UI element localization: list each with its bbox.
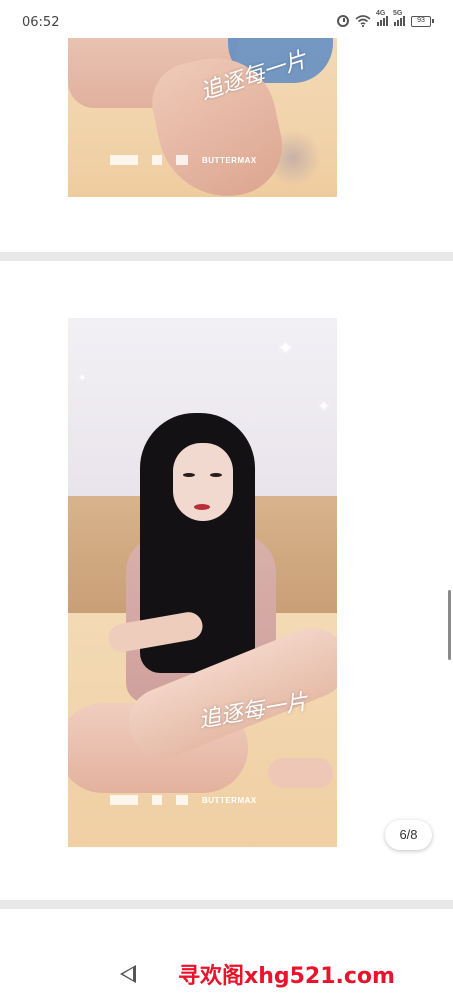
back-icon[interactable] — [120, 965, 136, 983]
scrollbar[interactable] — [448, 590, 451, 660]
post-image-top[interactable]: 追逐每一片 BUTTERMAX — [68, 38, 337, 197]
sparkle-icon: ✦ — [78, 373, 87, 384]
post-image-main[interactable]: ✦ ✦ ✦ 追逐每一片 BUTTERMAX — [68, 318, 337, 847]
signal-2-label: 5G — [393, 10, 403, 17]
page-indicator: 6/8 — [385, 820, 432, 850]
sparkle-icon: ✦ — [318, 398, 330, 414]
brand-text: BUTTERMAX — [202, 795, 257, 805]
post-divider — [0, 252, 453, 261]
alarm-icon — [337, 15, 349, 27]
sparkle-icon: ✦ — [278, 338, 294, 358]
status-bar: 06:52 4G 5G 93 — [0, 0, 453, 38]
brand-text: BUTTERMAX — [202, 155, 257, 165]
post-divider — [0, 900, 453, 909]
signal-1-label: 4G — [376, 10, 386, 17]
brand-logo-strip: BUTTERMAX — [110, 793, 310, 807]
site-watermark: 寻欢阁xhg521.com — [178, 964, 395, 989]
wifi-icon — [355, 15, 371, 27]
status-time: 06:52 — [22, 15, 60, 30]
status-icons: 4G 5G 93 — [337, 10, 434, 28]
signal-icon-1: 4G — [376, 10, 388, 26]
battery-icon: 93 — [411, 15, 434, 27]
brand-logo-strip: BUTTERMAX — [110, 153, 310, 167]
signal-icon-2: 5G — [393, 10, 405, 26]
